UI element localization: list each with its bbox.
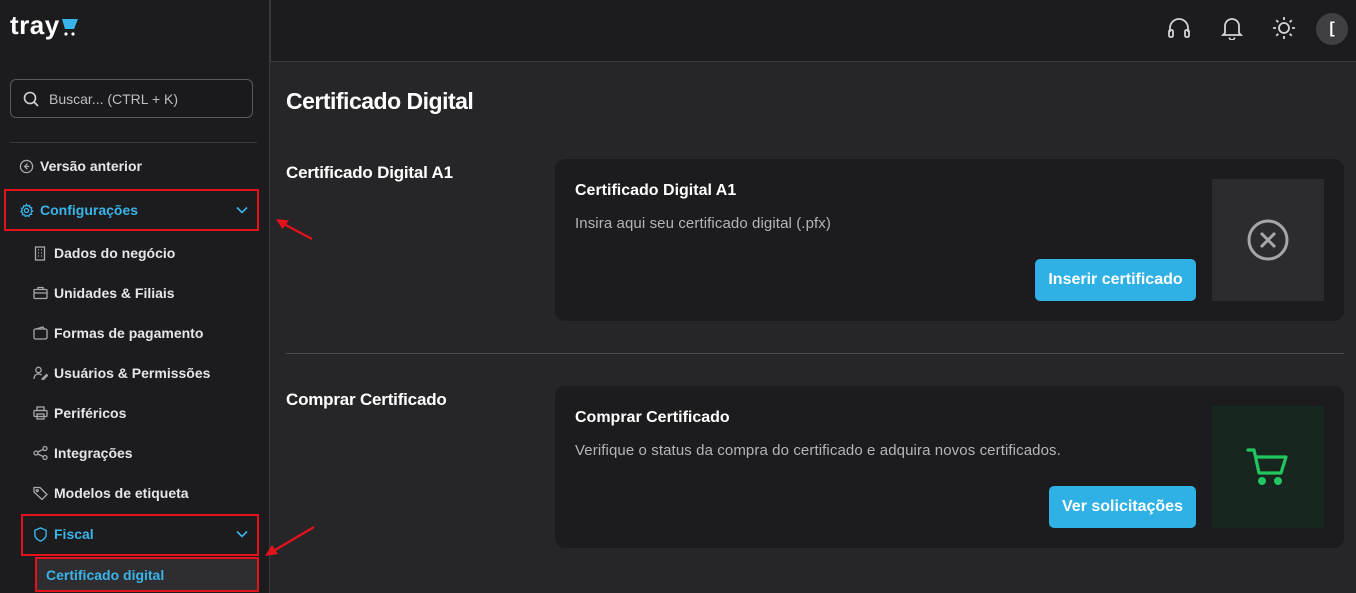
- printer-icon: [32, 405, 48, 421]
- card-certificado-a1: Certificado Digital A1 Insira aqui seu c…: [555, 159, 1344, 321]
- section-label-a1: Certificado Digital A1: [286, 163, 453, 182]
- sidebar-item-unidades[interactable]: Unidades & Filiais: [32, 285, 175, 301]
- sun-icon[interactable]: [1270, 14, 1298, 42]
- building-icon: [32, 245, 48, 261]
- section-label-comprar: Comprar Certificado: [286, 390, 447, 409]
- card-thumbnail: [1212, 406, 1324, 528]
- logo[interactable]: tray: [10, 10, 79, 50]
- sidebar-item-label: Periféricos: [54, 405, 127, 421]
- sidebar-item-label: Dados do negócio: [54, 245, 176, 261]
- annotation-arrow-icon: [276, 219, 313, 240]
- sidebar-item-dados-negocio[interactable]: Dados do negócio: [32, 245, 175, 261]
- card-title: Certificado Digital A1: [575, 182, 737, 199]
- back-link-label: Versão anterior: [40, 158, 142, 174]
- sidebar-item-label: Unidades & Filiais: [54, 285, 175, 301]
- card-title: Comprar Certificado: [575, 409, 730, 426]
- logo-cart-icon: [61, 19, 78, 36]
- user-edit-icon: [32, 365, 48, 381]
- sidebar-divider: [10, 142, 257, 143]
- page-title: Certificado Digital: [286, 88, 474, 114]
- annotation-arrow-icon: [265, 526, 315, 556]
- sidebar-item-label: Formas de pagamento: [54, 325, 204, 341]
- highlight-box-configuracoes: [4, 189, 259, 231]
- card-description: Verifique o status da compra do certific…: [575, 442, 1061, 459]
- search-input[interactable]: [49, 90, 239, 107]
- highlight-box-certificado: [35, 557, 259, 592]
- view-requests-button[interactable]: Ver solicitações: [1049, 486, 1196, 528]
- sidebar-item-perifericos[interactable]: Periféricos: [32, 405, 126, 421]
- close-circle-icon: [1247, 219, 1289, 261]
- app-root: tray Versão anterior C: [0, 0, 1356, 593]
- top-bar: [: [270, 0, 1356, 62]
- arrow-left-circle-icon: [18, 158, 34, 174]
- insert-certificate-button[interactable]: Inserir certificado: [1035, 259, 1196, 301]
- card-comprar-certificado: Comprar Certificado Verifique o status d…: [555, 386, 1344, 548]
- sidebar-item-label: Usuários & Permissões: [54, 365, 211, 381]
- bell-icon[interactable]: [1218, 14, 1246, 42]
- sidebar: tray Versão anterior C: [0, 0, 270, 593]
- search-box[interactable]: [10, 79, 253, 118]
- highlight-box-fiscal: [21, 514, 259, 556]
- headset-icon[interactable]: [1165, 14, 1193, 42]
- sidebar-item-modelos-etiqueta[interactable]: Modelos de etiqueta: [32, 485, 189, 501]
- tag-icon: [32, 485, 48, 501]
- section-divider: [286, 353, 1344, 354]
- briefcase-icon: [32, 285, 48, 301]
- sidebar-item-label: Modelos de etiqueta: [54, 485, 189, 501]
- back-link[interactable]: Versão anterior: [18, 157, 142, 175]
- logo-text: tray: [10, 10, 60, 40]
- sidebar-item-formas-pagamento[interactable]: Formas de pagamento: [32, 325, 203, 341]
- share-icon: [32, 445, 48, 461]
- card-description: Insira aqui seu certificado digital (.pf…: [575, 215, 831, 232]
- sidebar-item-usuarios[interactable]: Usuários & Permissões: [32, 365, 210, 381]
- search-icon: [23, 91, 39, 107]
- wallet-icon: [32, 325, 48, 341]
- sidebar-item-integracoes[interactable]: Integrações: [32, 445, 133, 461]
- sidebar-item-label: Integrações: [54, 445, 133, 461]
- shopping-cart-icon: [1246, 448, 1288, 486]
- card-thumbnail: [1212, 179, 1324, 301]
- avatar[interactable]: [: [1316, 13, 1348, 45]
